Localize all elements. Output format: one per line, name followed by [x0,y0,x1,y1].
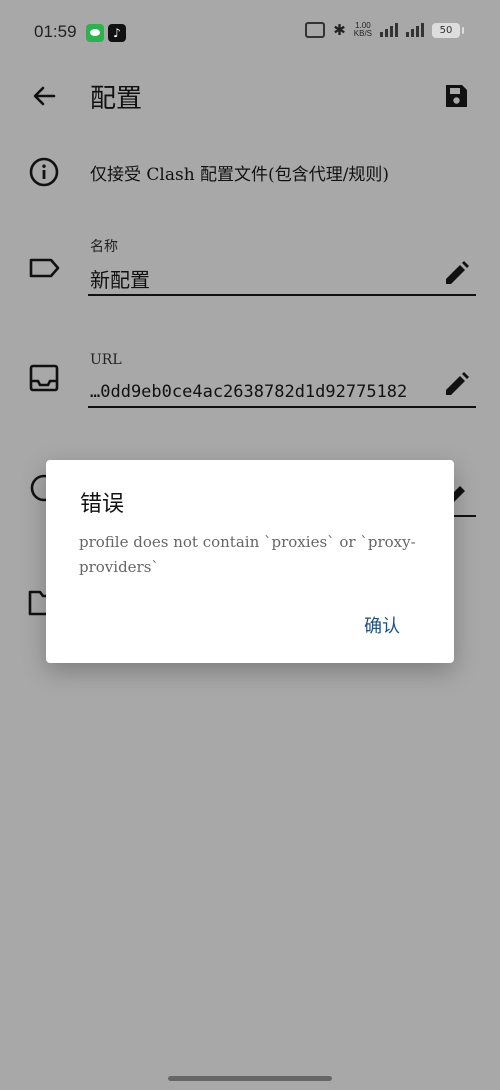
edit-icon [446,372,469,395]
url-field-underline [88,406,476,408]
home-indicator[interactable] [168,1076,332,1081]
info-icon [29,157,59,187]
signal-icon [406,23,424,37]
name-field-value[interactable]: 新配置 [90,264,435,293]
url-field-value[interactable]: …0dd9eb0ce4ac2638782d1d92775182 [90,382,435,402]
edit-icon [446,261,469,284]
edit-name-button[interactable] [440,258,472,290]
back-button[interactable] [24,76,64,116]
arrow-back-icon [33,86,56,106]
dialog-title: 错误 [80,492,125,517]
label-icon [29,258,60,278]
network-speed: 1.00 KB/S [354,22,372,38]
inbox-icon [29,364,59,392]
dialog-message: profile does not contain `proxies` or `p… [79,533,416,576]
network-speed-unit: KB/S [353,29,372,38]
name-field-row[interactable]: 名称 新配置 [0,230,500,300]
name-field-label: 名称 [90,239,118,255]
url-field-row[interactable]: URL …0dd9eb0ce4ac2638782d1d92775182 [0,342,500,412]
url-field-label: URL [90,352,122,368]
info-row: 仅接受 Clash 配置文件(包含代理/规则) [0,150,500,196]
dialog-confirm-button[interactable]: 确认 [364,612,400,638]
bluetooth-icon: ✱ [333,21,346,39]
battery-icon: 50 [432,22,464,38]
app-bar: 配置 [0,64,500,128]
status-time: 01:59 [34,22,77,41]
name-field-underline [88,294,476,296]
wechat-icon [86,24,104,42]
info-text: 仅接受 Clash 配置文件(包含代理/规则) [90,165,390,185]
save-icon [446,85,467,107]
system-icons: ✱ 1.00 KB/S 50 [305,21,464,39]
status-bar: 01:59 ♪ ✱ 1.00 KB/S 50 [0,0,500,64]
error-dialog: 错误 profile does not contain `proxies` or… [46,460,454,663]
signal-icon [380,23,398,37]
vibrate-icon [305,22,326,38]
page-title: 配置 [90,84,143,114]
tiktok-icon: ♪ [108,24,126,42]
edit-url-button[interactable] [440,369,472,401]
save-button[interactable] [436,76,476,116]
